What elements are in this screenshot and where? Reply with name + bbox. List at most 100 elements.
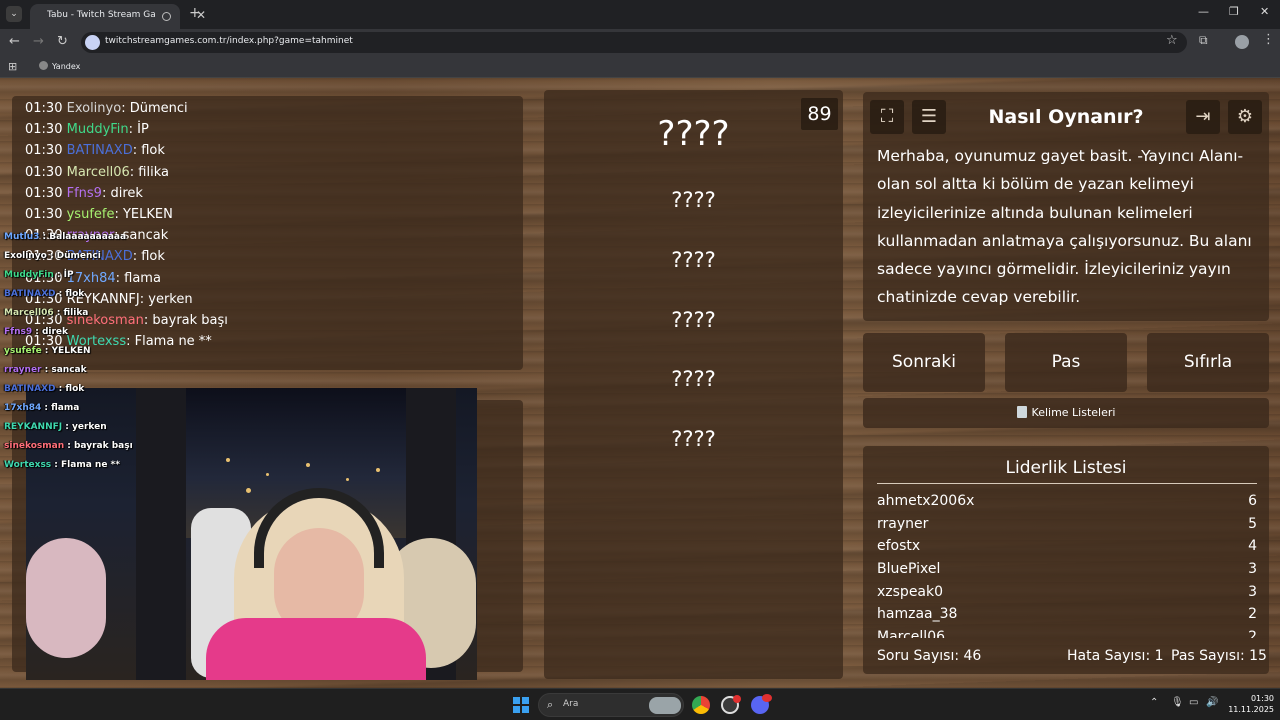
leaderboard-list[interactable]: ahmetx2006x 6 rrayner 5 efostx 4 BluePixel 3 xzs… xyxy=(877,490,1257,638)
player-score: 2 xyxy=(1248,629,1257,638)
reset-button[interactable]: Sıfırla xyxy=(1147,333,1269,392)
chat-text: : flok xyxy=(132,249,165,265)
overlay-message: Ffns9 : direk xyxy=(4,323,133,342)
chrome-icon[interactable] xyxy=(692,696,710,714)
chat-message: 01:30 Marcell06: filika xyxy=(25,162,228,183)
leaderboard-title: Liderlik Listesi xyxy=(1005,458,1127,478)
menu-icon[interactable]: ⋮ xyxy=(1262,32,1275,47)
overlay-text: : direk xyxy=(32,327,69,337)
chat-user: Ffns9 xyxy=(66,185,102,201)
overlay-message: rrayner : sancak xyxy=(4,361,133,380)
reload-icon[interactable]: ↻ xyxy=(57,34,68,49)
chat-time: 01:30 xyxy=(25,101,67,116)
leaderboard-row: hamzaa_38 2 xyxy=(877,603,1257,626)
chat-text: : bayrak başı xyxy=(143,313,228,329)
chat-user: Marcell06 xyxy=(66,164,130,180)
how-to-play-title: Nasıl Oynanır? xyxy=(988,106,1144,128)
bookmark-yandex[interactable]: Yandex xyxy=(39,61,80,71)
overlay-user: Exolinyo xyxy=(4,251,47,261)
stream-chat-overlay: Mutlu3 : Balaaaaaaaaaa Exolinyo : Dümenci… xyxy=(4,228,133,475)
pass-count: Pas Sayısı: 15 xyxy=(1171,648,1267,664)
tray-chevron-icon[interactable]: ⌃ xyxy=(1150,697,1158,708)
new-tab-icon[interactable]: + xyxy=(189,5,201,21)
overlay-user: MuddyFin xyxy=(4,270,54,280)
player-name: xzspeak0 xyxy=(877,583,944,600)
chat-time: 01:30 xyxy=(25,207,67,223)
overlay-user: REYKANNFJ xyxy=(4,422,63,432)
overlay-message: REYKANNFJ : yerken xyxy=(4,418,133,437)
overlay-message: 17xh84 : flama xyxy=(4,399,133,418)
microphone-icon[interactable]: 🎙 xyxy=(1171,697,1184,708)
omnibox[interactable]: twitchstreamgames.com.tr/index.php?game=… xyxy=(81,32,1187,53)
overlay-user: Ffns9 xyxy=(4,327,33,337)
chat-text: : flok xyxy=(132,143,165,159)
error-count: Hata Sayısı: 1 xyxy=(1067,648,1164,664)
chat-message: 01:30 Ffns9: direk xyxy=(25,183,228,204)
overlay-user: Marcell06 xyxy=(4,308,54,318)
overlay-message: Exolinyo : Dümenci xyxy=(4,247,133,266)
forbidden-word: ???? xyxy=(671,308,716,332)
tab-search-button[interactable]: ⌄ xyxy=(6,6,22,22)
network-icon[interactable]: ▭ xyxy=(1189,697,1198,708)
overlay-message: Wortexss : Flama ne ** xyxy=(4,456,133,475)
leaderboard-row: BluePixel 3 xyxy=(877,558,1257,581)
profile-avatar[interactable] xyxy=(1235,35,1249,49)
next-button[interactable]: Sonraki xyxy=(863,333,985,392)
streamer-shirt xyxy=(206,618,426,680)
overlay-user: BATINAXD xyxy=(4,289,56,299)
windows-start-icon[interactable] xyxy=(513,697,529,713)
chat-text: : YELKEN xyxy=(114,207,173,223)
chat-text: : Flama ne ** xyxy=(126,334,212,350)
apps-grid-icon[interactable]: ⊞ xyxy=(8,60,17,73)
chat-user: Exolinyo xyxy=(66,101,122,116)
chat-time: 01:30 xyxy=(25,185,67,201)
overlay-text: : filika xyxy=(53,308,89,318)
chat-message: 01:30 Exolinyo: Dümenci xyxy=(25,98,228,119)
overlay-text: : YELKEN xyxy=(41,346,91,356)
clock[interactable]: 01:30 11.11.2025 xyxy=(1222,693,1274,715)
overlay-user: ysufefe xyxy=(4,346,42,356)
chat-text: : yerken xyxy=(139,291,193,307)
leaderboard-row: xzspeak0 3 xyxy=(877,581,1257,604)
bookmark-star-icon[interactable]: ☆ xyxy=(1166,33,1178,48)
overlay-text: : flok xyxy=(55,384,85,394)
player-name: Marcell06 xyxy=(877,629,946,638)
forward-icon[interactable]: → xyxy=(33,34,44,49)
player-score: 5 xyxy=(1248,515,1257,532)
pass-button[interactable]: Pas xyxy=(1005,333,1127,392)
overlay-message: MuddyFin : İP xyxy=(4,266,133,285)
chat-user: ysufefe xyxy=(66,207,115,223)
back-icon[interactable]: ← xyxy=(9,34,20,49)
player-name: BluePixel xyxy=(877,561,941,578)
search-highlight-image xyxy=(649,697,681,714)
chat-user: BATINAXD xyxy=(66,143,133,159)
overlay-text: : flok xyxy=(55,289,85,299)
site-info-icon[interactable] xyxy=(85,35,100,50)
volume-icon[interactable]: 🔊 xyxy=(1206,697,1218,708)
forbidden-word: ???? xyxy=(671,188,716,212)
minimize-icon[interactable]: — xyxy=(1198,5,1209,18)
overlay-message: ysufefe : YELKEN xyxy=(4,342,133,361)
restore-icon[interactable]: ❐ xyxy=(1229,5,1239,18)
url-text[interactable]: twitchstreamgames.com.tr/index.php?game=… xyxy=(105,36,353,46)
leaderboard-row: rrayner 5 xyxy=(877,513,1257,536)
recording-icon xyxy=(162,12,171,21)
taskbar: ⌕ Ara ⌃ 🎙 ▭ 🔊 01:30 11.11.2025 xyxy=(0,688,1280,720)
notification-badge xyxy=(733,695,741,703)
search-icon: ⌕ xyxy=(547,698,554,711)
word-lists-button[interactable]: Kelime Listeleri xyxy=(863,398,1269,428)
player-score: 3 xyxy=(1248,561,1257,578)
main-word: ???? xyxy=(657,114,730,154)
overlay-message: BATINAXD : flok xyxy=(4,380,133,399)
player-score: 2 xyxy=(1248,606,1257,623)
divider xyxy=(877,483,1257,484)
player-name: efostx xyxy=(877,538,921,555)
browser-tab[interactable]: Tabu - Twitch Stream Games ✕ xyxy=(30,4,206,29)
overlay-text: : Dümenci xyxy=(46,251,101,261)
overlay-message: BATINAXD : flok xyxy=(4,285,133,304)
extensions-icon[interactable]: ⧉ xyxy=(1199,33,1208,48)
window-close-icon[interactable]: ✕ xyxy=(1260,5,1269,18)
chat-message: 01:30 ysufefe: YELKEN xyxy=(25,204,228,225)
taskbar-search[interactable]: ⌕ Ara xyxy=(538,693,684,717)
notebook-icon xyxy=(1016,406,1027,418)
